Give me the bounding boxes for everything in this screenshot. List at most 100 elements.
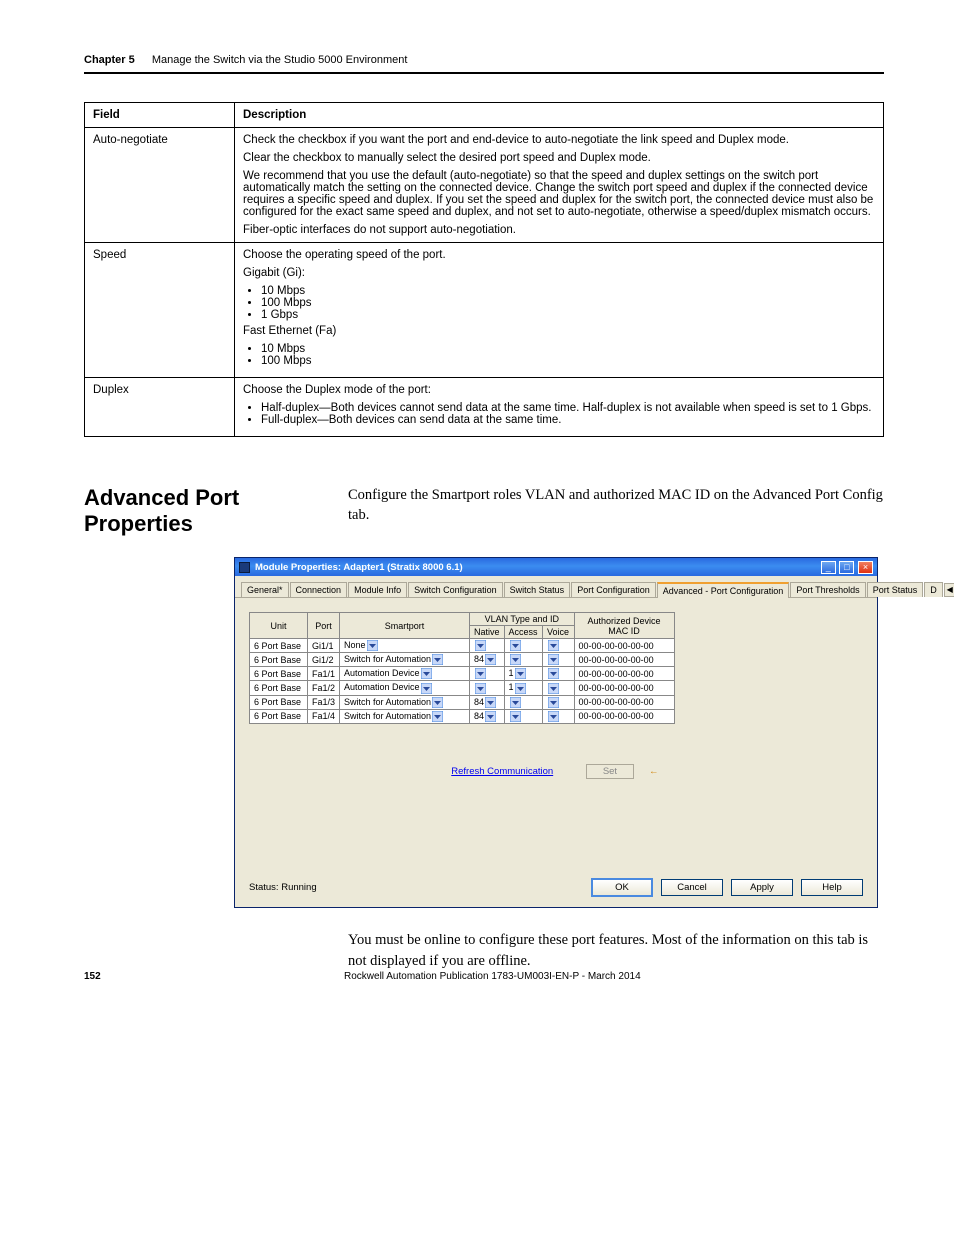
set-button[interactable]: Set (586, 764, 634, 779)
app-icon (239, 562, 250, 573)
dropdown-arrow-icon[interactable] (515, 668, 526, 679)
tab-port-status[interactable]: Port Status (867, 582, 924, 597)
tab-module-info[interactable]: Module Info (348, 582, 407, 597)
dropdown-arrow-icon[interactable] (475, 668, 486, 679)
cell-port: Gi1/2 (308, 653, 340, 667)
cell-access[interactable]: 1 (504, 681, 542, 695)
th-unit: Unit (250, 613, 308, 639)
dropdown-arrow-icon[interactable] (510, 697, 521, 708)
cell-native[interactable]: 84 (470, 709, 505, 723)
dropdown-arrow-icon[interactable] (548, 697, 559, 708)
cell-smartport[interactable]: Automation Device (340, 681, 470, 695)
dropdown-arrow-icon[interactable] (485, 697, 496, 708)
dropdown-arrow-icon[interactable] (475, 683, 486, 694)
section-note: You must be online to configure these po… (348, 930, 884, 972)
th-desc: Description (235, 103, 884, 128)
cell-access[interactable] (504, 695, 542, 709)
cell-native[interactable] (470, 681, 505, 695)
dropdown-arrow-icon[interactable] (421, 668, 432, 679)
dropdown-arrow-icon[interactable] (432, 654, 443, 665)
cell-access[interactable] (504, 709, 542, 723)
dropdown-arrow-icon[interactable] (548, 683, 559, 694)
cell-field: Duplex (85, 378, 235, 437)
cell-mac[interactable]: 00-00-00-00-00-00 (574, 695, 674, 709)
arrow-left-icon: ← (647, 766, 661, 780)
cell-smartport[interactable]: Switch for Automation (340, 695, 470, 709)
tab-general[interactable]: General* (241, 582, 289, 597)
grid-row: 6 Port BaseGi1/1None00-00-00-00-00-00 (250, 639, 675, 653)
tab-advanced-port-configuration[interactable]: Advanced - Port Configuration (657, 582, 790, 598)
help-button[interactable]: Help (801, 879, 863, 896)
cell-voice[interactable] (542, 681, 574, 695)
cell-smartport[interactable]: Switch for Automation (340, 653, 470, 667)
th-native: Native (470, 626, 505, 639)
dropdown-arrow-icon[interactable] (510, 654, 521, 665)
cell-desc: Choose the Duplex mode of the port: Half… (235, 378, 884, 437)
cell-mac[interactable]: 00-00-00-00-00-00 (574, 639, 674, 653)
dropdown-arrow-icon[interactable] (548, 711, 559, 722)
ok-button[interactable]: OK (591, 878, 653, 897)
tab-d[interactable]: D (924, 582, 943, 597)
cell-native[interactable]: 84 (470, 653, 505, 667)
tab-scroll-left-icon[interactable]: ◀ (944, 583, 954, 597)
window-buttons: _ □ × (820, 561, 873, 574)
cell-voice[interactable] (542, 667, 574, 681)
cancel-button[interactable]: Cancel (661, 879, 723, 896)
action-row: Refresh Communication Set ← (235, 764, 877, 780)
refresh-communication-link[interactable]: Refresh Communication (451, 766, 553, 777)
tab-port-thresholds[interactable]: Port Thresholds (790, 582, 865, 597)
cell-smartport[interactable]: Automation Device (340, 667, 470, 681)
tab-switch-configuration[interactable]: Switch Configuration (408, 582, 503, 597)
dropdown-arrow-icon[interactable] (510, 711, 521, 722)
cell-port: Fa1/2 (308, 681, 340, 695)
cell-port: Fa1/1 (308, 667, 340, 681)
cell-access[interactable]: 1 (504, 667, 542, 681)
cell-port: Fa1/4 (308, 709, 340, 723)
tab-port-configuration[interactable]: Port Configuration (571, 582, 656, 597)
dropdown-arrow-icon[interactable] (432, 711, 443, 722)
cell-mac[interactable]: 00-00-00-00-00-00 (574, 653, 674, 667)
close-button[interactable]: × (858, 561, 873, 574)
dropdown-arrow-icon[interactable] (548, 640, 559, 651)
dropdown-arrow-icon[interactable] (548, 668, 559, 679)
dropdown-arrow-icon[interactable] (548, 654, 559, 665)
chapter-title: Manage the Switch via the Studio 5000 En… (152, 54, 408, 66)
dropdown-arrow-icon[interactable] (367, 640, 378, 651)
grid-row: 6 Port BaseGi1/2Switch for Automation840… (250, 653, 675, 667)
dropdown-arrow-icon[interactable] (432, 697, 443, 708)
cell-voice[interactable] (542, 639, 574, 653)
dropdown-arrow-icon[interactable] (510, 640, 521, 651)
table-row: Duplex Choose the Duplex mode of the por… (85, 378, 884, 437)
table-row: Speed Choose the operating speed of the … (85, 243, 884, 378)
cell-native[interactable]: 84 (470, 695, 505, 709)
cell-native[interactable] (470, 667, 505, 681)
cell-voice[interactable] (542, 709, 574, 723)
cell-voice[interactable] (542, 653, 574, 667)
page-footer: 152 Rockwell Automation Publication 1783… (84, 971, 884, 982)
cell-mac[interactable]: 00-00-00-00-00-00 (574, 709, 674, 723)
dialog-titlebar[interactable]: Module Properties: Adapter1 (Stratix 800… (235, 558, 877, 576)
maximize-button[interactable]: □ (839, 561, 854, 574)
cell-access[interactable] (504, 639, 542, 653)
dropdown-arrow-icon[interactable] (515, 683, 526, 694)
cell-mac[interactable]: 00-00-00-00-00-00 (574, 667, 674, 681)
dropdown-arrow-icon[interactable] (421, 683, 432, 694)
page-number: 152 (84, 971, 101, 982)
apply-button[interactable]: Apply (731, 879, 793, 896)
cell-access[interactable] (504, 653, 542, 667)
dropdown-arrow-icon[interactable] (475, 640, 486, 651)
dropdown-arrow-icon[interactable] (485, 711, 496, 722)
tab-connection[interactable]: Connection (290, 582, 348, 597)
cell-mac[interactable]: 00-00-00-00-00-00 (574, 681, 674, 695)
cell-smartport[interactable]: Switch for Automation (340, 709, 470, 723)
cell-voice[interactable] (542, 695, 574, 709)
cell-unit: 6 Port Base (250, 681, 308, 695)
cell-native[interactable] (470, 639, 505, 653)
dropdown-arrow-icon[interactable] (485, 654, 496, 665)
cell-port: Fa1/3 (308, 695, 340, 709)
header-rule (84, 72, 884, 74)
cell-smartport[interactable]: None (340, 639, 470, 653)
minimize-button[interactable]: _ (821, 561, 836, 574)
section-intro: Configure the Smartport roles VLAN and a… (348, 485, 884, 526)
tab-switch-status[interactable]: Switch Status (504, 582, 571, 597)
